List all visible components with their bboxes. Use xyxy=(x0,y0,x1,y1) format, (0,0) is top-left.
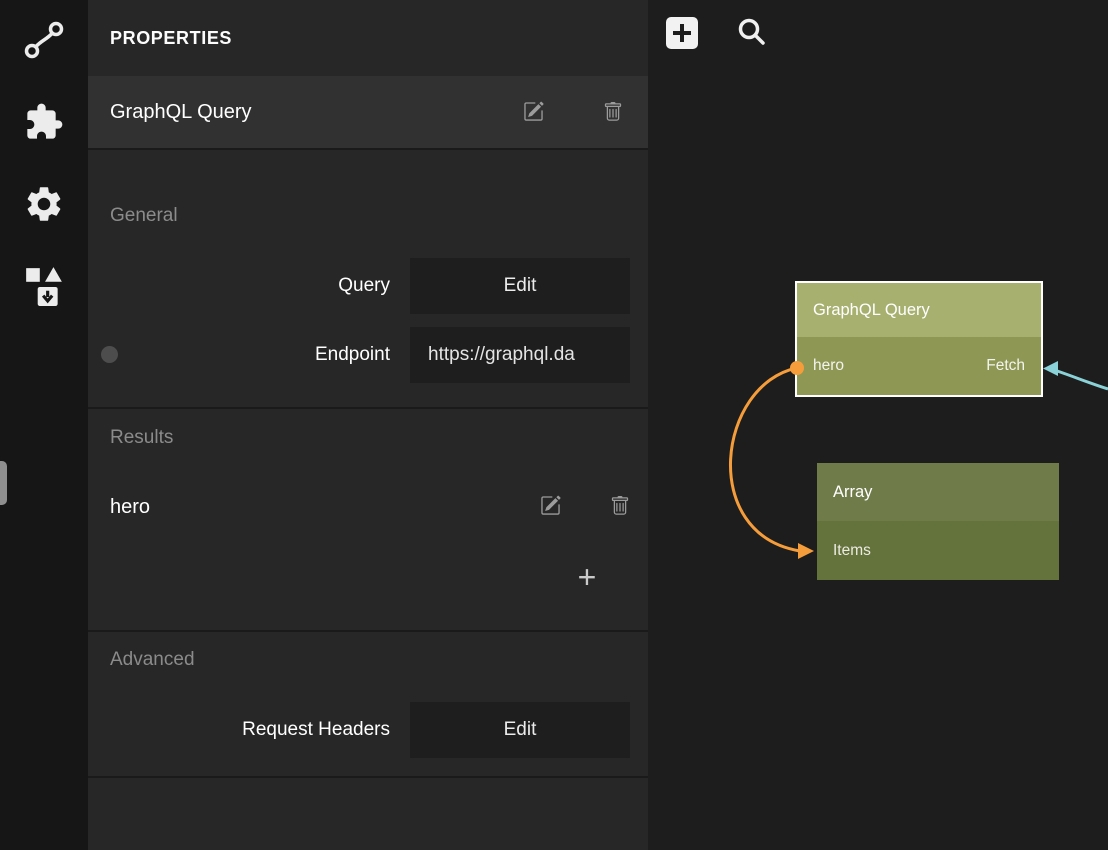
port-hero[interactable]: hero xyxy=(813,357,844,375)
connections-layer xyxy=(648,0,1108,850)
trash-icon xyxy=(603,102,623,125)
endpoint-label: Endpoint xyxy=(88,327,390,383)
edit-pencil-icon xyxy=(523,101,544,125)
section-divider xyxy=(88,407,648,409)
add-result-button[interactable]: + xyxy=(566,556,608,598)
sidebar-item-plugins[interactable] xyxy=(0,82,88,164)
connection-hero-to-items[interactable] xyxy=(730,368,800,551)
query-edit-button[interactable]: Edit xyxy=(410,258,630,314)
sidebar-item-nodes[interactable] xyxy=(0,0,88,82)
node-port-row: hero Fetch xyxy=(797,337,1041,395)
query-label: Query xyxy=(88,258,390,314)
activity-bar xyxy=(0,0,88,850)
selected-node-name: GraphQL Query xyxy=(110,101,252,124)
rename-node-button[interactable] xyxy=(518,98,548,128)
sidebar-item-settings[interactable] xyxy=(0,164,88,246)
request-headers-label: Request Headers xyxy=(88,702,390,758)
components-icon xyxy=(24,265,64,310)
puzzle-icon xyxy=(24,102,64,145)
node-array[interactable]: Array Items xyxy=(817,463,1059,580)
node-title[interactable]: GraphQL Query xyxy=(797,283,1041,337)
collapsed-panel-handle[interactable] xyxy=(0,461,7,505)
delete-node-button[interactable] xyxy=(598,98,628,128)
properties-panel: PROPERTIES GraphQL Query General Query E… xyxy=(88,0,648,850)
result-row-hero[interactable]: hero xyxy=(88,479,648,535)
node-port-row: Items xyxy=(817,521,1059,580)
endpoint-input[interactable]: https://graphql.da xyxy=(410,327,630,383)
section-divider xyxy=(88,630,648,632)
section-title-general: General xyxy=(110,205,178,227)
edit-result-button[interactable] xyxy=(535,492,565,522)
node-title[interactable]: Array xyxy=(817,463,1059,521)
connection-fetch-incoming[interactable] xyxy=(1054,370,1108,389)
node-graphql-query[interactable]: GraphQL Query hero Fetch xyxy=(795,281,1043,397)
node-graph-icon xyxy=(22,18,66,65)
port-items[interactable]: Items xyxy=(833,542,871,560)
section-title-results: Results xyxy=(110,427,173,449)
result-name: hero xyxy=(110,496,150,519)
edit-pencil-icon xyxy=(540,495,561,519)
selected-node-row[interactable]: GraphQL Query xyxy=(88,76,648,150)
port-fetch[interactable]: Fetch xyxy=(986,357,1025,375)
properties-panel-title: PROPERTIES xyxy=(88,0,648,76)
delete-result-button[interactable] xyxy=(605,492,635,522)
search-icon xyxy=(736,36,768,51)
add-node-button[interactable] xyxy=(666,17,698,49)
trash-icon xyxy=(610,496,630,519)
search-button[interactable] xyxy=(735,16,769,50)
gear-icon xyxy=(23,183,65,228)
section-divider xyxy=(88,776,648,778)
request-headers-edit-button[interactable]: Edit xyxy=(410,702,630,758)
section-title-advanced: Advanced xyxy=(110,649,195,671)
sidebar-item-components[interactable] xyxy=(0,246,88,328)
node-canvas[interactable]: GraphQL Query hero Fetch Array Items xyxy=(648,0,1108,850)
connection-arrowhead xyxy=(1043,361,1058,376)
connection-arrowhead xyxy=(798,543,814,559)
